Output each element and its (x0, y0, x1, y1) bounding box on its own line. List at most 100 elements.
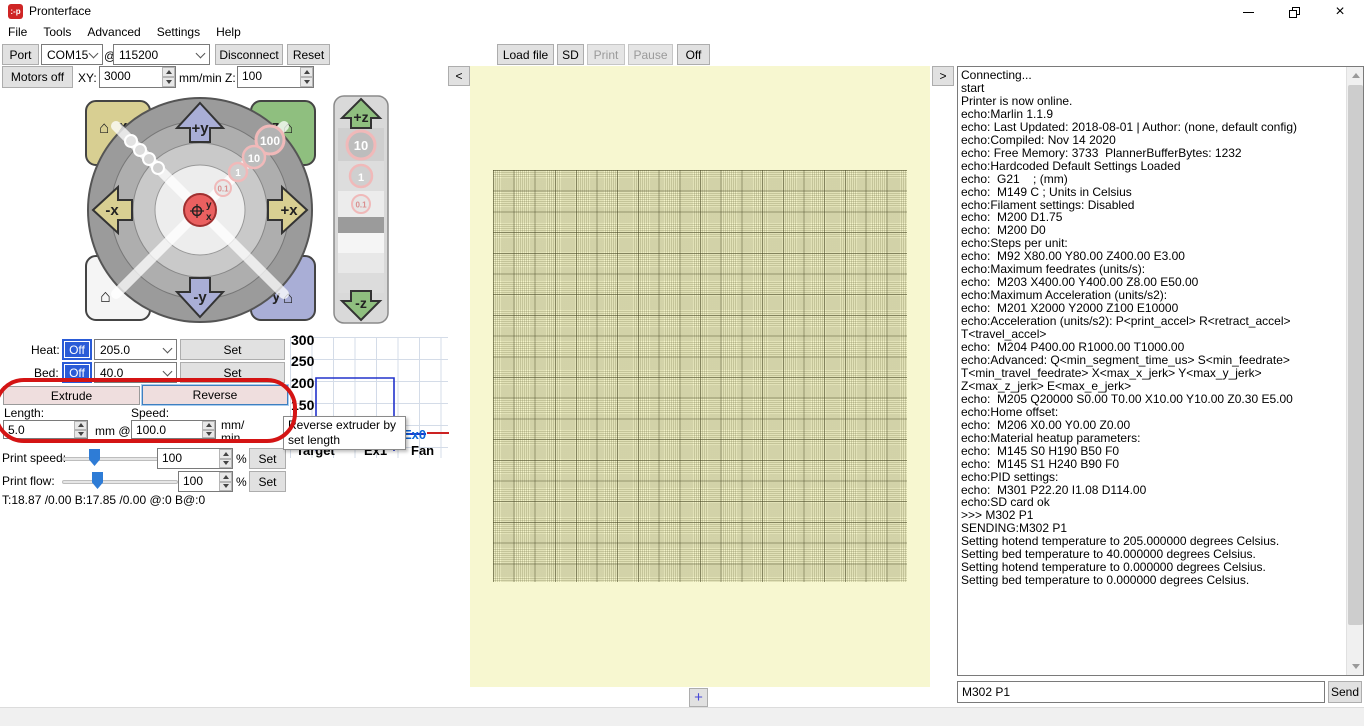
bed-grid[interactable] (493, 170, 907, 582)
speed-spinner[interactable] (202, 421, 215, 438)
log-line: echo: M206 X0.00 Y0.00 Z0.00 (961, 417, 1131, 432)
extrude-button[interactable]: Extrude (3, 386, 140, 405)
svg-text:x: x (206, 212, 212, 223)
print-speed-spinner[interactable] (219, 449, 232, 468)
log-line: echo:Hardcoded Default Settings Loaded (961, 158, 1181, 173)
log-line: echo:Material heatup parameters: (961, 430, 1141, 445)
heat-off-button[interactable]: Off (62, 339, 92, 360)
print-speed-input[interactable]: 100 (157, 448, 233, 469)
print-flow-spinner[interactable] (219, 472, 232, 491)
z-band[interactable] (338, 253, 384, 273)
print-flow-value: 100 (183, 474, 204, 488)
print-speed-percent: % (236, 452, 247, 466)
bed-off-button[interactable]: Off (62, 362, 92, 383)
svg-text:y: y (206, 200, 212, 211)
speed-unit-label-1: mm/ (221, 418, 245, 432)
log-line: echo:Acceleration (units/s2): P<print_ac… (961, 314, 1294, 342)
svg-text:10: 10 (248, 153, 260, 165)
spin-down-icon[interactable] (202, 429, 215, 438)
reverse-button[interactable]: Reverse (142, 385, 288, 405)
print-flow-percent: % (236, 475, 247, 489)
viewer-add-button[interactable]: + (689, 688, 708, 707)
log-line: echo:Marlin 1.1.9 (961, 106, 1054, 121)
spin-up-icon[interactable] (74, 421, 87, 430)
z-distance-1: 1 (348, 163, 374, 189)
spin-down-icon[interactable] (219, 481, 232, 491)
graph-legend-ex0: Ex0 (403, 427, 427, 442)
log-line: echo: Free Memory: 3733 PlannerBufferByt… (961, 145, 1242, 160)
restore-button[interactable] (1271, 0, 1317, 24)
z-band[interactable] (338, 233, 384, 253)
svg-text:1: 1 (358, 172, 364, 184)
jog-center-knob[interactable]: y x (183, 193, 217, 227)
scroll-down-icon[interactable] (1347, 658, 1363, 675)
print-speed-value: 100 (162, 451, 183, 465)
heat-temp-value: 205.0 (100, 342, 131, 357)
svg-text:-x: -x (105, 202, 119, 219)
print-speed-set-button[interactable]: Set (249, 448, 286, 469)
bed-set-button[interactable]: Set (180, 362, 285, 383)
print-flow-input[interactable]: 100 (178, 471, 233, 492)
svg-text:0.1: 0.1 (355, 201, 367, 210)
gcode-command-input[interactable] (957, 681, 1325, 703)
home-icon: ⌂ (100, 286, 111, 306)
extrude-length-value: 5.0 (8, 423, 25, 437)
load-file-button[interactable]: Load file (497, 44, 554, 65)
z-distance-0-1: 0.1 (351, 194, 371, 214)
print-flow-slider[interactable] (62, 480, 178, 484)
print-button: Print (587, 44, 625, 65)
log-line: echo: M205 Q20000 S0.00 T0.00 X10.00 Y10… (961, 391, 1293, 406)
reverse-tooltip: Reverse extruder by set length (283, 416, 406, 450)
send-button[interactable]: Send (1328, 681, 1362, 703)
graph-legend-fan: Fan (411, 443, 435, 458)
spin-down-icon[interactable] (74, 429, 87, 438)
log-line: echo:Advanced: Q<min_segment_time_us> S<… (961, 352, 1293, 393)
svg-text:0.1: 0.1 (217, 185, 229, 194)
viewer-next-button[interactable]: > (932, 66, 954, 86)
jog-distance-0-1: 0.1 (214, 179, 232, 197)
off-button[interactable]: Off (677, 44, 710, 65)
heat-temp-select[interactable]: 205.0 (94, 339, 177, 360)
svg-text:100: 100 (260, 134, 280, 148)
svg-text:+y: +y (191, 120, 209, 137)
bed-label: Bed: (34, 366, 59, 380)
spin-down-icon[interactable] (219, 458, 232, 468)
print-flow-label: Print flow: (2, 474, 55, 488)
svg-text:+z: +z (353, 109, 368, 125)
restore-icon (1288, 6, 1300, 18)
log-line: echo:Home offset: (961, 404, 1059, 419)
scroll-up-icon[interactable] (1347, 67, 1363, 84)
log-scrollbar[interactable] (1346, 67, 1363, 675)
temperature-status-line: T:18.87 /0.00 B:17.85 /0.00 @:0 B@:0 (2, 493, 206, 507)
svg-text:-z: -z (355, 295, 367, 311)
log-line: echo:Compiled: Nov 14 2020 (961, 132, 1116, 147)
extrude-length-input[interactable]: 5.0 (3, 420, 88, 439)
spin-up-icon[interactable] (219, 472, 232, 482)
print-flow-slider-thumb[interactable] (92, 472, 103, 489)
sd-button[interactable]: SD (557, 44, 584, 65)
heat-set-button[interactable]: Set (180, 339, 285, 360)
spin-up-icon[interactable] (202, 421, 215, 430)
viewer-prev-button[interactable]: < (448, 66, 470, 86)
bed-viewer-panel[interactable] (470, 66, 930, 687)
print-flow-set-button[interactable]: Set (249, 471, 286, 492)
length-unit-label: mm @ (95, 424, 131, 438)
length-spinner[interactable] (74, 421, 87, 438)
speed-unit-label-2: min (221, 431, 241, 445)
print-speed-slider-thumb[interactable] (89, 449, 100, 466)
scrollbar-thumb[interactable] (1348, 85, 1363, 625)
svg-text:-y: -y (193, 289, 207, 306)
spin-up-icon[interactable] (219, 449, 232, 459)
jog-distance-10: 10 (241, 144, 267, 170)
minimize-button[interactable] (1225, 0, 1271, 24)
z-distance-10: 10 (345, 129, 377, 161)
log-line: echo: Last Updated: 2018-08-01 | Author:… (961, 119, 1298, 134)
extrude-speed-input[interactable]: 100.0 (131, 420, 216, 439)
log-panel[interactable]: Connecting... start Printer is now online.… (957, 66, 1364, 676)
jog-pad: ⌂ x z ⌂ ⌂ y ⌂ (85, 95, 389, 324)
close-button[interactable]: × (1317, 0, 1363, 24)
bed-temp-select[interactable]: 40.0 (94, 362, 177, 383)
speed-label: Speed: (131, 406, 170, 420)
z-band-dark[interactable] (338, 217, 384, 233)
z-jog-column: 10 1 0.1 +z -z (333, 95, 389, 324)
